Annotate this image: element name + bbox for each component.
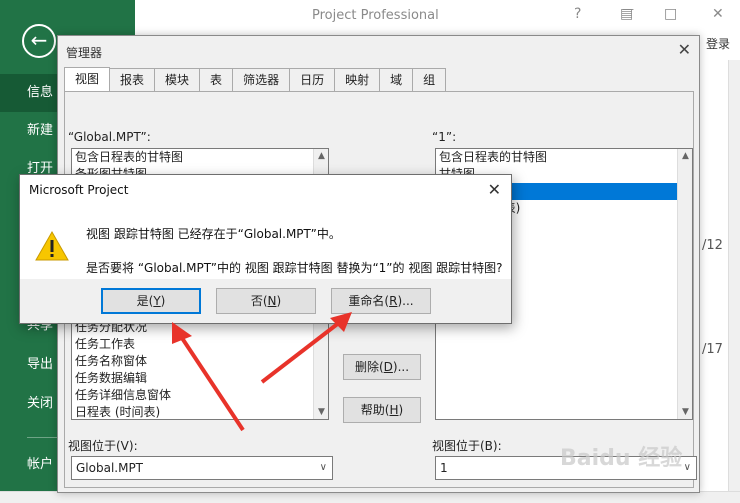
maximize-icon[interactable]: □ — [664, 6, 677, 22]
tab-modules[interactable]: 模块 — [154, 68, 201, 92]
list-scrollbar[interactable]: ▲ ▼ — [677, 149, 692, 419]
warning-icon — [35, 231, 69, 261]
left-views-in-label: 视图位于(V): — [68, 439, 138, 453]
scroll-down-icon[interactable]: ▼ — [314, 407, 328, 417]
scroll-down-icon[interactable]: ▼ — [678, 407, 692, 417]
login-link[interactable]: 登录 — [706, 35, 730, 52]
list-item[interactable]: 任务工作表 — [72, 336, 314, 353]
left-list-label: “Global.MPT”: — [68, 130, 151, 144]
tab-calendars[interactable]: 日历 — [289, 68, 336, 92]
tab-tables[interactable]: 表 — [199, 68, 234, 92]
no-button[interactable]: 否(N) — [216, 288, 316, 314]
dropdown-value: 1 — [440, 461, 448, 475]
background-number: /17 — [702, 342, 723, 357]
delete-button[interactable]: 删除(D)... — [343, 354, 421, 380]
message-line-1: 视图 跟踪甘特图 已经存在于“Global.MPT”中。 — [86, 227, 341, 241]
dropdown-value: Global.MPT — [76, 461, 144, 475]
dialog-title: Microsoft Project — [29, 183, 129, 197]
list-item[interactable]: 包含日程表的甘特图 — [72, 149, 328, 166]
tab-reports[interactable]: 报表 — [109, 68, 156, 92]
sidebar-item-label: 导出 — [27, 357, 54, 372]
close-icon[interactable]: ✕ — [488, 180, 501, 199]
right-views-in-label: 视图位于(B): — [432, 439, 502, 453]
list-item[interactable]: 任务名称窗体 — [72, 353, 314, 370]
left-views-in-dropdown[interactable]: Global.MPT ∨ — [71, 456, 333, 480]
back-arrow-icon[interactable]: ← — [22, 24, 56, 58]
sidebar-item-label: 新建 — [27, 123, 54, 138]
message-line-2: 是否要将 “Global.MPT”中的 视图 跟踪甘特图 替换为“1”的 视图 … — [86, 261, 503, 275]
list-item[interactable]: 包含日程表的甘特图 — [436, 149, 692, 166]
background-number: /12 — [702, 238, 723, 253]
dialog-title: 管理器 — [66, 46, 103, 60]
dialog-body: 视图 跟踪甘特图 已经存在于“Global.MPT”中。 是否要将 “Globa… — [20, 205, 511, 279]
help-icon[interactable]: ? — [574, 6, 581, 22]
tab-groups[interactable]: 组 — [412, 68, 447, 92]
watermark-logo: Baidu 经验 — [560, 446, 683, 471]
list-item[interactable]: 日程表 (时间表) — [72, 404, 314, 419]
close-window-icon[interactable]: ✕ — [712, 6, 724, 22]
sidebar-item-label: 帐户 — [27, 457, 54, 472]
yes-button[interactable]: 是(Y) — [101, 288, 201, 314]
list-item[interactable]: 任务详细信息窗体 — [72, 387, 314, 404]
tab-views[interactable]: 视图 — [64, 67, 111, 92]
dialog-titlebar: Microsoft Project ✕ — [20, 175, 511, 205]
chevron-down-icon: ∨ — [319, 462, 327, 473]
list-item[interactable]: 任务数据编辑 — [72, 370, 314, 387]
close-icon[interactable]: ✕ — [678, 40, 691, 59]
sidebar-item-label: 信息 — [27, 85, 54, 100]
minimize-icon[interactable]: — — [622, 2, 634, 16]
right-list-label: “1”: — [432, 130, 457, 144]
tab-fields[interactable]: 域 — [379, 68, 414, 92]
tab-strip: 视图 报表 模块 表 筛选器 日历 映射 域 组 — [64, 67, 544, 92]
rename-button[interactable]: 重命名(R)... — [331, 288, 431, 314]
replace-confirm-dialog: Microsoft Project ✕ 视图 跟踪甘特图 已经存在于“Globa… — [19, 174, 512, 324]
sidebar-item-label: 关闭 — [27, 396, 54, 411]
tab-maps[interactable]: 映射 — [334, 68, 381, 92]
app-title: Project Professional — [312, 8, 439, 23]
help-button[interactable]: 帮助(H) — [343, 397, 421, 423]
scroll-up-icon[interactable]: ▲ — [678, 151, 692, 161]
scroll-up-icon[interactable]: ▲ — [314, 151, 328, 161]
main-scrollbar[interactable] — [728, 60, 740, 492]
chevron-down-icon: ∨ — [683, 462, 691, 473]
tab-filters[interactable]: 筛选器 — [232, 68, 291, 92]
